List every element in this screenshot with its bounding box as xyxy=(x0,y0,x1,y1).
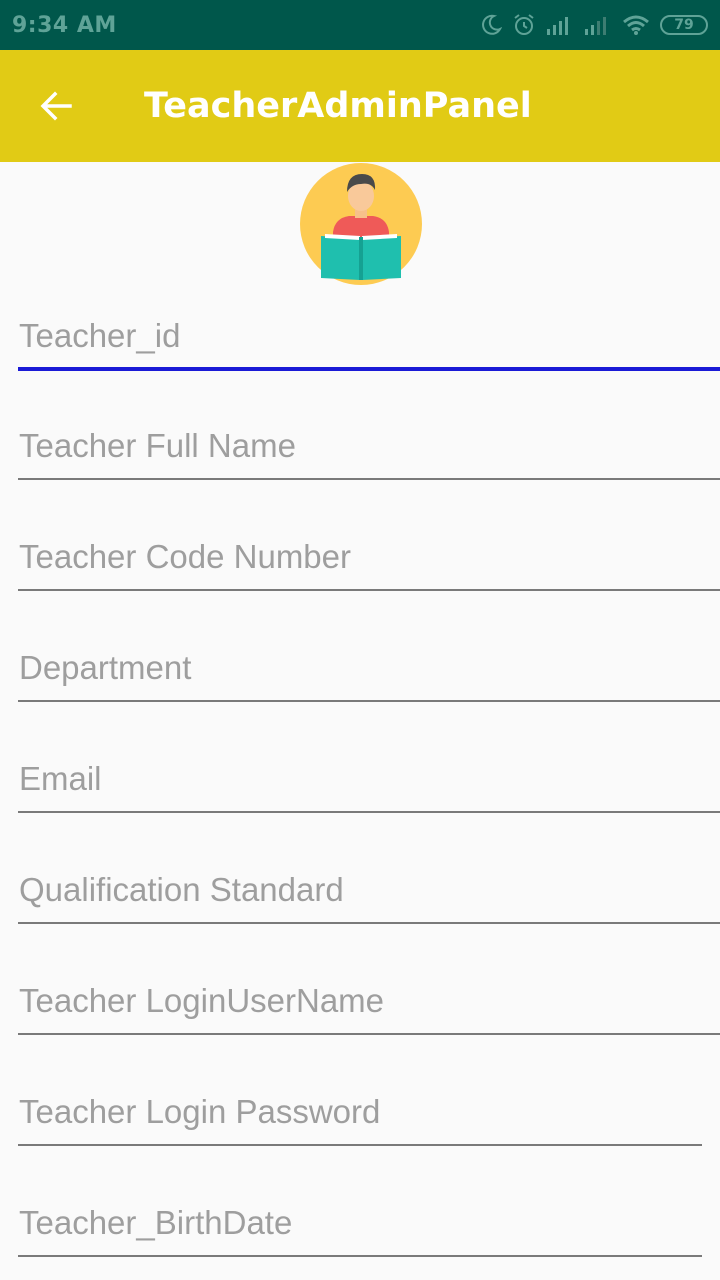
login-password-input[interactable] xyxy=(18,1086,702,1138)
field-underline xyxy=(18,1255,702,1257)
qualification-standard-input[interactable] xyxy=(18,864,720,916)
qualification-standard-field[interactable] xyxy=(18,864,720,924)
department-input[interactable] xyxy=(18,642,720,694)
teacher-code-number-field[interactable] xyxy=(18,531,720,591)
arrow-back-icon xyxy=(40,91,72,121)
field-underline xyxy=(18,1144,702,1146)
field-underline xyxy=(18,922,720,924)
wifi-icon xyxy=(623,15,649,35)
field-underline xyxy=(18,811,720,813)
department-field[interactable] xyxy=(18,642,720,702)
field-underline xyxy=(18,478,720,480)
field-underline xyxy=(18,367,720,371)
teacher-avatar xyxy=(299,162,423,286)
battery-icon: 79 xyxy=(660,15,708,35)
login-password-field[interactable] xyxy=(18,1086,702,1146)
status-time: 9:34 AM xyxy=(12,12,117,38)
signal-icon xyxy=(547,17,568,35)
email-field[interactable] xyxy=(18,753,720,813)
back-button[interactable] xyxy=(0,50,112,162)
status-icons: 79 xyxy=(480,13,708,37)
field-underline xyxy=(18,1033,720,1035)
signal-icon xyxy=(585,17,606,35)
page-title: TeacherAdminPanel xyxy=(144,86,532,126)
login-username-input[interactable] xyxy=(18,975,720,1027)
birth-date-field[interactable] xyxy=(18,1197,702,1257)
teacher-id-field[interactable] xyxy=(18,310,720,371)
field-underline xyxy=(18,589,720,591)
alarm-icon xyxy=(514,14,534,35)
teacher-reading-icon xyxy=(300,163,422,285)
teacher-full-name-field[interactable] xyxy=(18,420,720,480)
email-input[interactable] xyxy=(18,753,720,805)
teacher-code-number-input[interactable] xyxy=(18,531,720,583)
birth-date-input[interactable] xyxy=(18,1197,702,1249)
app-bar: TeacherAdminPanel xyxy=(0,50,720,162)
login-username-field[interactable] xyxy=(18,975,720,1035)
moon-icon xyxy=(482,14,502,35)
teacher-id-input[interactable] xyxy=(18,310,720,362)
status-bar: 9:34 AM 79 xyxy=(0,0,720,50)
field-underline xyxy=(18,700,720,702)
teacher-full-name-input[interactable] xyxy=(18,420,720,472)
